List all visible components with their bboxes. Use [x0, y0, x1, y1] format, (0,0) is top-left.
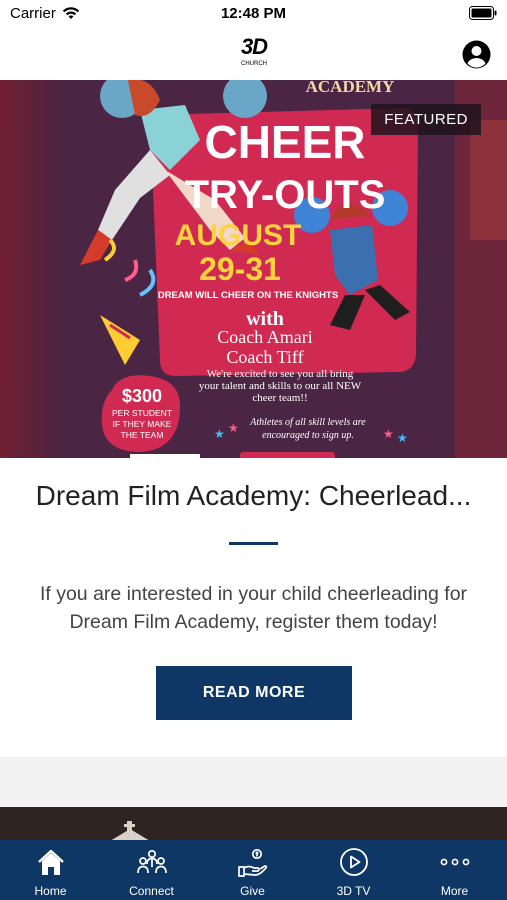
flyer-price: $300 [122, 386, 162, 406]
church-logo: 3D CHURCH [233, 34, 275, 72]
flyer-excited-1: We're excited to see you all bring [207, 368, 354, 380]
tab-home-label: Home [34, 884, 67, 898]
tab-give[interactable]: Give [202, 840, 303, 900]
status-bar: Carrier 12:48 PM [0, 0, 507, 28]
flyer-price-note-2: IF THEY MAKE [113, 419, 172, 429]
tab-bar: Home Connect Give 3D TV More [0, 840, 507, 900]
clock-time: 12:48 PM [220, 5, 287, 22]
flyer-dates: 29-31 [199, 251, 281, 287]
featured-card[interactable]: ACADEMY CHEER TRY-OUTS AUGUST 29-31 DREA… [0, 80, 507, 757]
tab-3dtv[interactable]: 3D TV [303, 840, 404, 900]
hero-image[interactable]: ACADEMY CHEER TRY-OUTS AUGUST 29-31 DREA… [0, 80, 507, 458]
flyer-coach-2: Coach Tiff [226, 347, 303, 367]
flyer-excited-3: cheer team!! [252, 392, 307, 404]
flyer-levels-2: encouraged to sign up. [262, 430, 354, 441]
profile-icon[interactable] [462, 40, 491, 69]
title-divider [229, 542, 278, 545]
svg-text:★: ★ [228, 421, 239, 435]
flyer-excited-2: your talent and skills to our all NEW [199, 380, 362, 392]
flyer-tagline: DREAM WILL CHEER ON THE KNIGHTS [158, 290, 338, 301]
tab-home[interactable]: Home [0, 840, 101, 900]
tab-connect[interactable]: Connect [101, 840, 202, 900]
flyer-levels-1: Athletes of all skill levels are [249, 417, 366, 428]
article-title[interactable]: Dream Film Academy: Cheerlead... [0, 480, 507, 512]
svg-text:★: ★ [397, 431, 408, 445]
play-circle-icon [340, 848, 368, 876]
flyer-coach-1: Coach Amari [217, 327, 312, 347]
more-dots-icon [440, 858, 470, 866]
tab-3dtv-label: 3D TV [336, 884, 371, 898]
flyer-price-note-1: PER STUDENT [112, 408, 172, 418]
svg-text:★: ★ [383, 427, 394, 441]
flyer-month: AUGUST [175, 219, 302, 252]
tab-more[interactable]: More [404, 840, 505, 900]
featured-badge: FEATURED [371, 104, 481, 135]
read-more-button[interactable]: READ MORE [156, 666, 352, 720]
logo-mark: 3D [240, 34, 268, 59]
cheer-tryouts-flyer: ACADEMY CHEER TRY-OUTS AUGUST 29-31 DREA… [0, 80, 507, 458]
home-icon [38, 849, 64, 875]
tab-give-label: Give [240, 884, 265, 898]
flyer-headline-2: TRY-OUTS [185, 173, 386, 217]
flyer-headline-1: CHEER [204, 116, 365, 168]
battery-icon [469, 6, 497, 20]
svg-text:★: ★ [214, 427, 225, 441]
flyer-price-note-3: THE TEAM [121, 430, 164, 440]
flyer-academy: ACADEMY [306, 80, 395, 96]
people-icon [137, 849, 167, 874]
tab-more-label: More [440, 884, 469, 898]
nav-bar: 3D CHURCH [0, 28, 507, 81]
logo-subtext: CHURCH [241, 61, 267, 67]
article-description: If you are interested in your child chee… [39, 583, 468, 633]
give-hand-icon [238, 848, 268, 877]
tab-connect-label: Connect [129, 884, 174, 898]
